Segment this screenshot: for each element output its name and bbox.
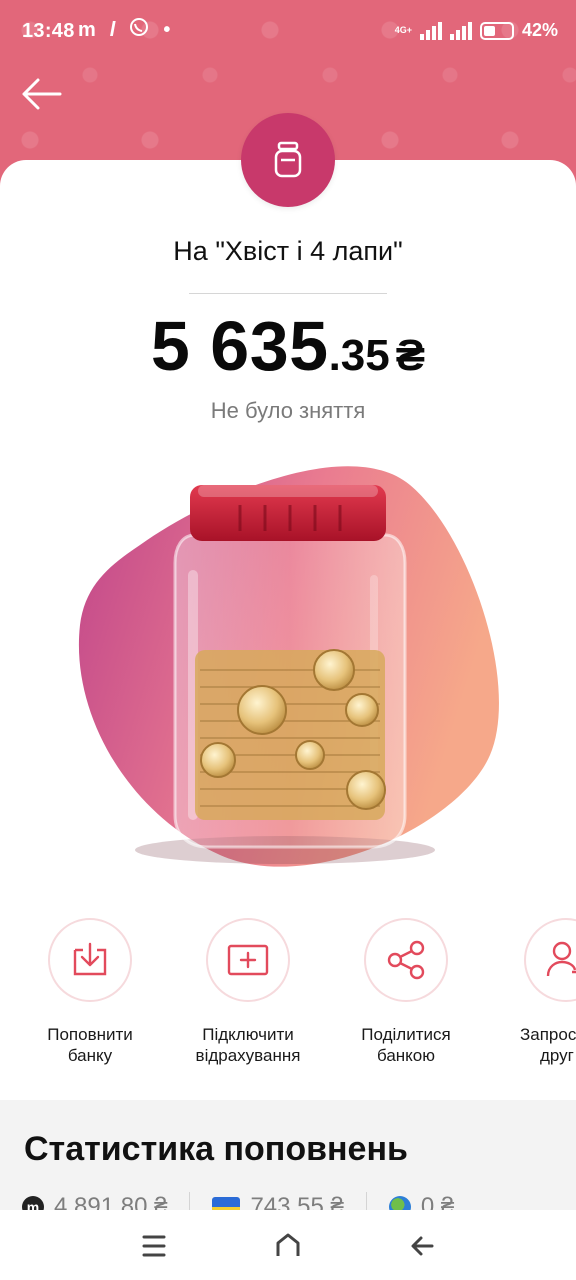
connect-label: Підключити відрахування: [173, 1024, 323, 1066]
home-icon: [276, 1233, 300, 1256]
balance-fraction: .35: [328, 331, 390, 380]
invite-icon-circle: [524, 918, 576, 1002]
home-button[interactable]: [268, 1228, 308, 1264]
battery-percent: 42%: [521, 20, 558, 40]
notification-icons: m l •: [78, 17, 170, 43]
share-jar-button[interactable]: Поділитися банкою: [331, 918, 481, 1066]
currency-symbol: ₴: [395, 331, 426, 380]
stats-title: Статистика поповнень: [24, 1130, 408, 1168]
jar-lid: [190, 485, 386, 541]
status-time: 13:48: [22, 20, 75, 42]
invite-label-line1: Запрос: [520, 1025, 576, 1044]
share-icon-circle: [364, 918, 448, 1002]
dot-icon: •: [163, 18, 171, 41]
top-up-label-line2: банку: [67, 1046, 113, 1065]
network-label: 4G+: [394, 25, 412, 35]
divider: [189, 293, 387, 294]
share-icon: [387, 940, 425, 980]
jar-badge: [241, 113, 335, 207]
share-label: Поділитися банкою: [331, 1024, 481, 1066]
jar-balance: 5 635.35 ₴: [0, 306, 576, 386]
connect-label-line2: відрахування: [195, 1046, 301, 1065]
l-app-icon: l: [109, 18, 116, 41]
jar-title: На "Хвіст і 4 лапи": [173, 236, 403, 266]
actions-row: Поповнити банку Підключити відрахування По…: [0, 918, 576, 1088]
menu-icon: [142, 1235, 166, 1257]
status-right: 4G+ 42%: [395, 20, 558, 41]
signal-icon-2: [449, 21, 472, 40]
coins-pile: [195, 649, 386, 820]
nav-back-button[interactable]: [402, 1228, 442, 1264]
share-label-line2: банкою: [376, 1046, 436, 1065]
back-button[interactable]: [18, 74, 64, 114]
signal-icon: [419, 21, 442, 40]
connect-label-line1: Підключити: [202, 1025, 294, 1044]
top-up-label: Поповнити банку: [15, 1024, 165, 1066]
system-nav-bar: [0, 1210, 576, 1280]
status-bar: 13:48 m l • 4G+ 42%: [0, 0, 576, 68]
top-up-jar-button[interactable]: Поповнити банку: [15, 918, 165, 1066]
top-up-label-line1: Поповнити: [47, 1025, 133, 1044]
jar-illustration: [78, 466, 499, 867]
connect-icon-circle: [206, 918, 290, 1002]
add-card-icon: [227, 944, 269, 976]
invite-label: Запрос друг: [494, 1024, 576, 1066]
battery-icon: [479, 21, 514, 40]
invite-label-line2: друг: [540, 1046, 574, 1065]
download-tray-icon: [73, 942, 107, 976]
m-app-icon: m: [78, 18, 96, 41]
recent-apps-button[interactable]: [134, 1228, 174, 1264]
add-person-icon: [546, 941, 576, 977]
back-icon: [411, 1236, 434, 1256]
arrow-left-icon: [22, 78, 62, 110]
share-label-line1: Поділитися: [361, 1025, 451, 1044]
jar-icon: [274, 141, 302, 178]
invite-friend-button[interactable]: Запрос друг: [494, 918, 576, 1066]
viber-icon: [129, 17, 149, 43]
top-up-icon-circle: [48, 918, 132, 1002]
connect-deduction-button[interactable]: Підключити відрахування: [173, 918, 323, 1066]
balance-integer: 5 635: [150, 307, 329, 385]
withdraw-status: Не було зняття: [210, 398, 366, 423]
